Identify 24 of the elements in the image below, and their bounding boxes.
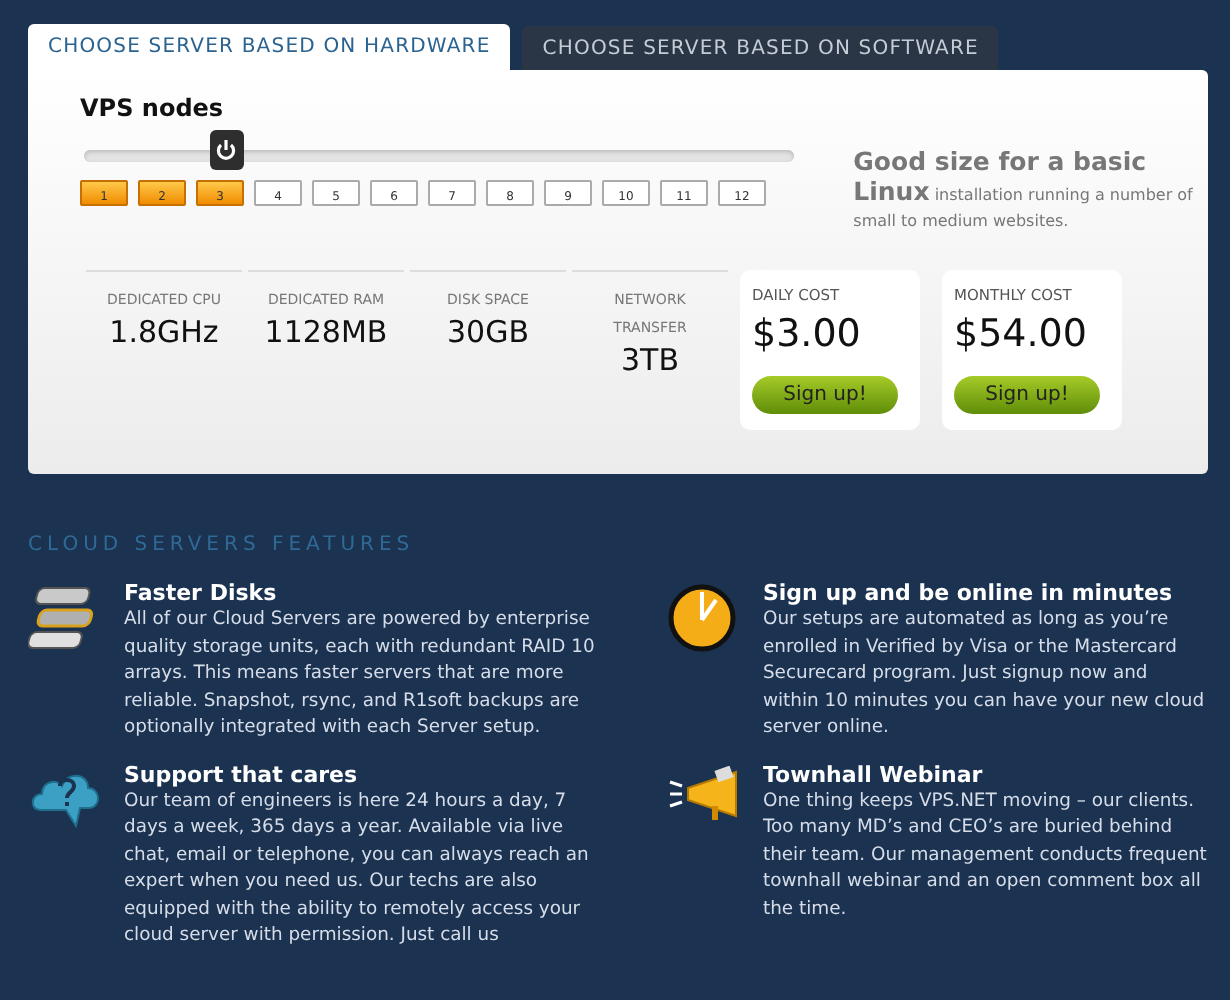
signup-button[interactable]: Sign up! bbox=[752, 376, 898, 414]
signup-button[interactable]: Sign up! bbox=[954, 376, 1100, 414]
feature-description: One thing keeps VPS.NET moving – our clients. Too many MD’s and CEO’s are buried behind their team. Our management conducts frequent townhall webinar and an open comment box all the time. bbox=[762, 787, 1208, 922]
feature-description: Our team of engineers is here 24 hours a day, 7 days a week, 365 days a year. Available via live chat, email or telephone, you can always reach an expert when you need us. Our techs are also equipped with the ability to remotely access your cloud server with permission. Just call us bbox=[124, 787, 591, 949]
tab[interactable]: CHOOSE SERVER BASED ON HARDWARE bbox=[28, 24, 511, 70]
tab[interactable]: CHOOSE SERVER BASED ON SOFTWARE bbox=[522, 26, 999, 70]
feature-title: Faster Disks bbox=[124, 580, 279, 606]
spec-value: 1128MB bbox=[262, 314, 390, 350]
price: $54.00 bbox=[954, 312, 1089, 356]
clock-icon bbox=[668, 584, 736, 652]
feature-title: Townhall Webinar bbox=[762, 761, 985, 787]
feature-title: Sign up and be online in minutes bbox=[762, 580, 1174, 606]
feature-description: Our setups are automated as long as you’re enrolled in Verified by Visa or the Mastercard Securecard program. Just signup now and within 10 minutes you can have your new cloud server online. bbox=[762, 606, 1207, 741]
price: $3.00 bbox=[752, 312, 863, 356]
spec-value: 3TB bbox=[619, 342, 681, 378]
slider-title: VPS nodes bbox=[80, 94, 226, 122]
plan-description: Good size for a basic Linux installation running a number of small to medium websites. bbox=[853, 148, 1195, 234]
slider-handle[interactable] bbox=[209, 130, 244, 170]
spec-value: 1.8GHz bbox=[107, 314, 221, 350]
section-title: CLOUD SERVERS FEATURES bbox=[28, 534, 417, 556]
feature-title: Support that cares bbox=[124, 761, 360, 787]
power-icon bbox=[214, 138, 239, 162]
feature-description: All of our Cloud Servers are powered by enterprise quality storage units, each with redundant RAID 10 arrays. This means faster servers that are more reliable. Snapshot, rsync, and R1soft backups are optionally integrated with each Server setup. bbox=[124, 606, 597, 741]
spec-value: 30GB bbox=[444, 314, 531, 350]
